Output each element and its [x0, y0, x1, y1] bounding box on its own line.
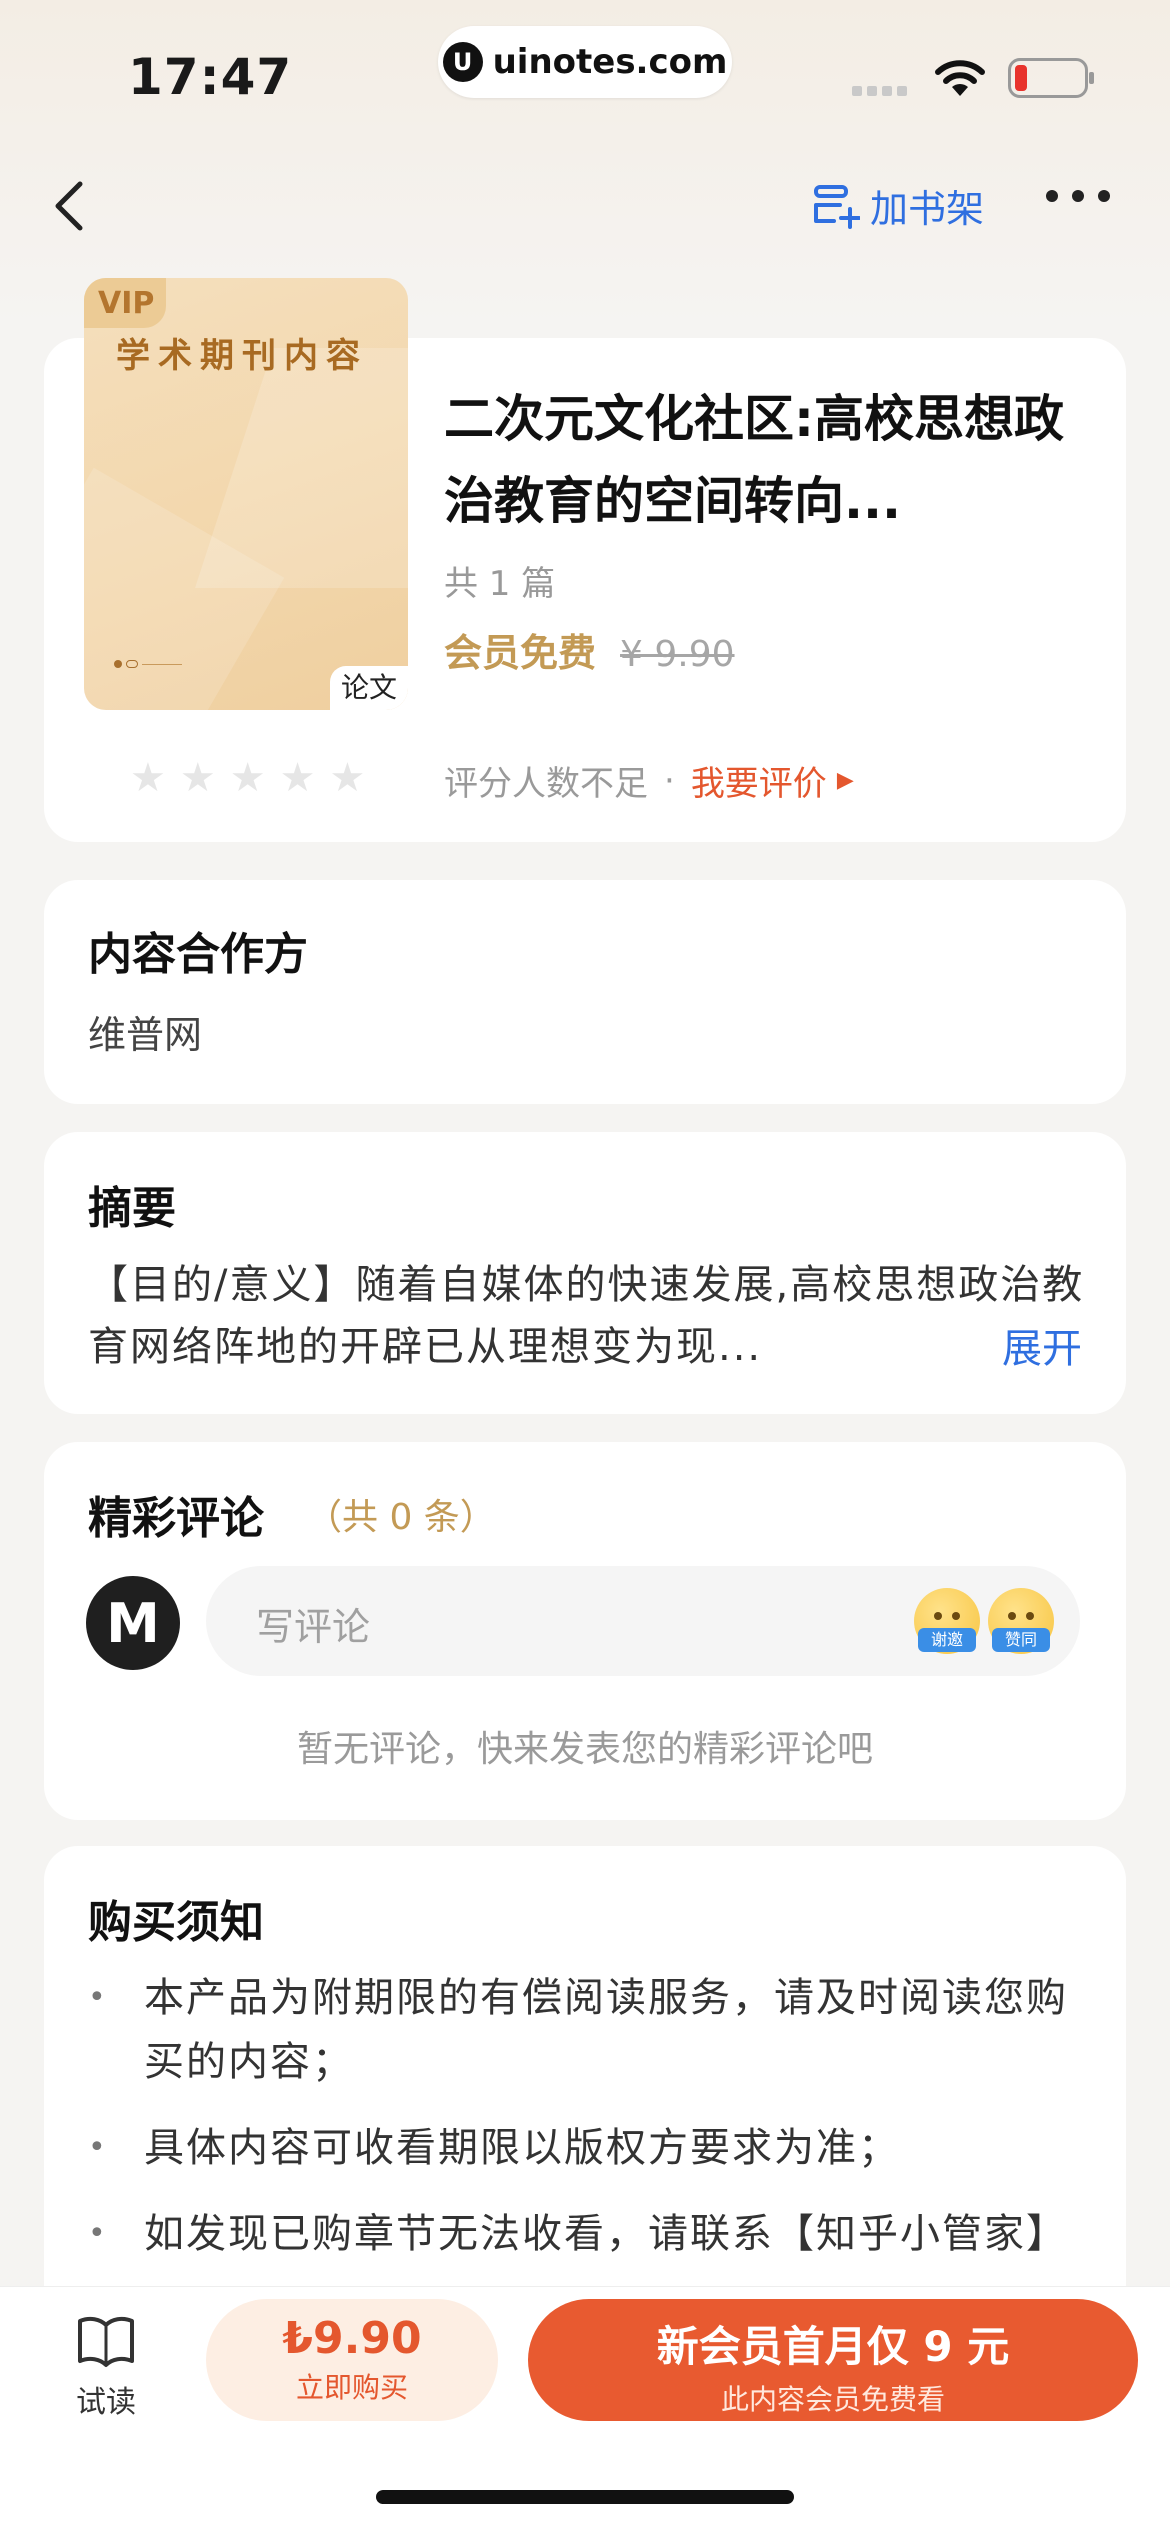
abstract-heading: 摘要 — [88, 1183, 176, 1234]
cellular-signal-icon — [852, 86, 907, 96]
avatar[interactable]: M — [86, 1576, 180, 1670]
member-offer-title: 新会员首月仅 9 元 — [656, 2322, 1010, 2371]
notice-item: 本产品为附期限的有偿阅读服务，请及时阅读您购买的内容； — [88, 1966, 1098, 2094]
thanks-emoji-label: 谢邀 — [918, 1628, 976, 1652]
agree-emoji-label: 赞同 — [992, 1628, 1050, 1652]
empty-comments-text: 暂无评论，快来发表您的精彩评论吧 — [296, 1729, 873, 1770]
add-to-shelf-button[interactable]: 加书架 — [812, 178, 984, 233]
add-to-shelf-label: 加书架 — [870, 187, 985, 231]
price-row: 会员免费 ¥ 9.90 — [444, 622, 735, 677]
trial-read-label: 试读 — [76, 2385, 136, 2420]
book-cover[interactable]: VIP 学术期刊内容 论文 — [84, 278, 408, 710]
add-shelf-icon — [814, 184, 860, 229]
comment-placeholder: 写评论 — [256, 1605, 371, 1649]
abstract-text: 【目的/意义】随着自媒体的快速发展,高校思想政治教育网络阵地的开辟已从理想变为现… — [88, 1262, 1085, 1370]
rating-stars[interactable]: ★ ★ ★ ★ ★ — [130, 758, 365, 798]
expand-link[interactable]: 展开 — [996, 1316, 1082, 1374]
star-icon: ★ — [130, 755, 166, 801]
status-bar: 17:47 U uinotes.com — [0, 0, 1170, 150]
site-logo-icon: U — [442, 42, 483, 82]
wifi-icon — [935, 60, 985, 96]
back-chevron-icon[interactable] — [46, 176, 96, 236]
book-title: 二次元文化社区:高校思想政治教育的空间转向... — [444, 390, 1064, 530]
vip-badge: VIP — [84, 278, 166, 328]
rating-separator: · — [664, 760, 675, 801]
type-tag: 论文 — [330, 666, 408, 710]
book-count: 共 1 篇 — [444, 564, 556, 604]
rating-insufficient-text: 评分人数不足 — [444, 764, 648, 804]
comments-heading: 精彩评论 — [88, 1493, 264, 1544]
partner-heading: 内容合作方 — [88, 929, 308, 980]
comment-count: （共 0 条） — [306, 1497, 496, 1538]
notice-heading: 购买须知 — [88, 1897, 264, 1948]
notice-item: 如发现已购章节无法收看，请联系【知乎小管家】 — [88, 2202, 1098, 2266]
thanks-emoji-icon[interactable]: 谢邀 — [914, 1588, 980, 1654]
star-icon: ★ — [229, 755, 266, 801]
star-icon: ★ — [279, 755, 316, 801]
battery-icon — [1008, 58, 1094, 98]
more-options-icon[interactable] — [1046, 190, 1110, 202]
comments-card: 精彩评论 （共 0 条） M 写评论 谢邀 赞同 暂无评论，快来发表您的精彩评论… — [44, 1442, 1126, 1820]
original-price: ¥ 9.90 — [620, 634, 735, 675]
agree-emoji-icon[interactable]: 赞同 — [988, 1588, 1054, 1654]
buy-now-button[interactable]: ₺9.90 立即购买 — [206, 2299, 498, 2421]
triangle-right-icon: ▶ — [836, 768, 854, 793]
partner-card: 内容合作方 维普网 — [44, 880, 1126, 1104]
url-pill[interactable]: U uinotes.com — [438, 26, 732, 98]
book-open-icon — [78, 2316, 134, 2367]
star-icon: ★ — [179, 755, 216, 801]
star-icon: ★ — [329, 755, 366, 801]
trial-read-button[interactable]: 试读 — [66, 2313, 146, 2421]
buy-price: ₺9.90 — [282, 2313, 422, 2364]
status-time: 17:47 — [128, 48, 293, 106]
member-price: 会员免费 — [444, 631, 597, 675]
notice-list: 本产品为附期限的有偿阅读服务，请及时阅读您购买的内容； 具体内容可收看期限以版权… — [88, 1966, 1098, 2288]
partner-name: 维普网 — [88, 1013, 203, 1057]
notice-item: 具体内容可收看期限以版权方要求为准； — [88, 2116, 1098, 2180]
comment-input[interactable]: 写评论 谢邀 赞同 — [206, 1566, 1080, 1676]
rating-row: 评分人数不足 · 我要评价 ▶ — [444, 756, 854, 805]
cover-title: 学术期刊内容 — [116, 336, 368, 376]
buy-label: 立即购买 — [295, 2371, 408, 2404]
home-indicator[interactable] — [376, 2490, 794, 2504]
cover-decoration — [114, 660, 182, 668]
url-text: uinotes.com — [492, 42, 728, 82]
join-member-button[interactable]: 新会员首月仅 9 元 此内容会员免费看 — [528, 2299, 1138, 2421]
member-offer-subtitle: 此内容会员免费看 — [720, 2383, 945, 2416]
abstract-card: 摘要 【目的/意义】随着自媒体的快速发展,高校思想政治教育网络阵地的开辟已从理想… — [44, 1132, 1126, 1414]
rate-link[interactable]: 我要评价 — [691, 756, 827, 805]
